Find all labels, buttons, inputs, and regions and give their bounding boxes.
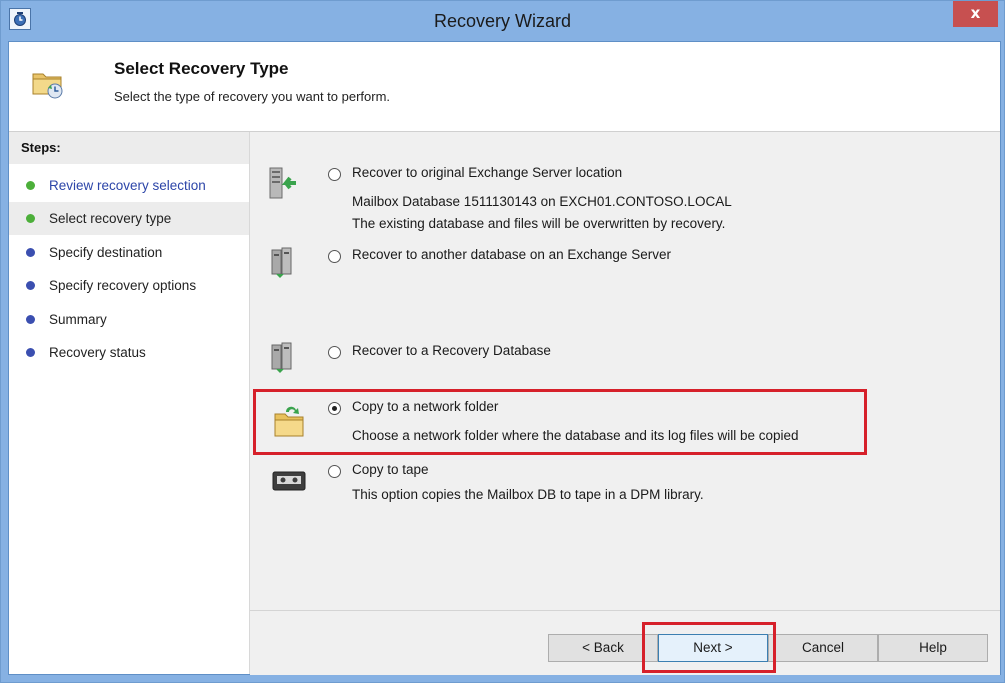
step-status-dot bbox=[26, 348, 35, 357]
option-desc-network-folder: Choose a network folder where the databa… bbox=[352, 428, 799, 443]
step-label: Summary bbox=[49, 312, 107, 327]
option-desc-database: Mailbox Database 1511130143 on EXCH01.CO… bbox=[352, 194, 732, 209]
option-label-network-folder[interactable]: Copy to a network folder bbox=[352, 399, 498, 414]
highlight-box-network-folder bbox=[253, 389, 867, 455]
step-review-recovery-selection[interactable]: Review recovery selection bbox=[9, 169, 249, 202]
wizard-footer: < Back Next > Cancel Help bbox=[250, 610, 1000, 675]
step-label: Select recovery type bbox=[49, 211, 172, 226]
radio-original-location[interactable] bbox=[328, 168, 341, 181]
page-subtitle: Select the type of recovery you want to … bbox=[114, 89, 391, 104]
step-status-dot bbox=[26, 181, 35, 190]
highlight-box-next bbox=[642, 622, 776, 673]
step-label: Specify destination bbox=[49, 245, 163, 260]
option-desc-copy-to-tape: This option copies the Mailbox DB to tap… bbox=[352, 487, 704, 502]
server-farm-icon bbox=[268, 244, 298, 283]
title-bar: Recovery Wizard x bbox=[1, 1, 1004, 41]
step-summary: Summary bbox=[9, 303, 249, 336]
recovery-folder-icon bbox=[31, 66, 65, 105]
cancel-button[interactable]: Cancel bbox=[768, 634, 878, 662]
wizard-client-area: Select Recovery Type Select the type of … bbox=[8, 41, 1001, 675]
step-select-recovery-type[interactable]: Select recovery type bbox=[9, 202, 249, 235]
step-status-dot bbox=[26, 281, 35, 290]
step-label: Review recovery selection bbox=[49, 178, 206, 193]
step-label: Recovery status bbox=[49, 345, 146, 360]
step-specify-recovery-options: Specify recovery options bbox=[9, 269, 249, 302]
step-status-dot bbox=[26, 315, 35, 324]
option-label-recovery-database[interactable]: Recover to a Recovery Database bbox=[352, 343, 551, 358]
radio-another-database[interactable] bbox=[328, 250, 341, 263]
step-label: Specify recovery options bbox=[49, 278, 197, 293]
server-farm-icon bbox=[268, 339, 298, 378]
radio-network-folder[interactable] bbox=[328, 402, 341, 415]
server-restore-icon bbox=[268, 166, 298, 205]
network-folder-icon bbox=[272, 402, 306, 443]
steps-panel: Steps: Review recovery selection Select … bbox=[9, 132, 250, 674]
recovery-wizard-window: Recovery Wizard x Select Recovery Type S… bbox=[0, 0, 1005, 683]
wizard-header: Select Recovery Type Select the type of … bbox=[9, 42, 1000, 132]
option-label-another-database[interactable]: Recover to another database on an Exchan… bbox=[352, 247, 671, 262]
steps-heading: Steps: bbox=[9, 132, 249, 164]
close-button[interactable]: x bbox=[953, 1, 998, 27]
window-title: Recovery Wizard bbox=[433, 11, 572, 31]
radio-recovery-database[interactable] bbox=[328, 346, 341, 359]
option-label-original-location[interactable]: Recover to original Exchange Server loca… bbox=[352, 165, 622, 180]
step-status-dot bbox=[26, 248, 35, 257]
step-recovery-status: Recovery status bbox=[9, 336, 249, 369]
option-label-copy-to-tape[interactable]: Copy to tape bbox=[352, 462, 429, 477]
page-title: Select Recovery Type bbox=[114, 59, 289, 78]
step-specify-destination: Specify destination bbox=[9, 236, 249, 269]
step-status-dot bbox=[26, 214, 35, 223]
help-button[interactable]: Help bbox=[878, 634, 988, 662]
option-desc-overwrite: The existing database and files will be … bbox=[352, 216, 726, 231]
tape-icon bbox=[272, 470, 306, 497]
radio-copy-to-tape[interactable] bbox=[328, 465, 341, 478]
recovery-options-panel: Recover to original Exchange Server loca… bbox=[250, 132, 1000, 675]
